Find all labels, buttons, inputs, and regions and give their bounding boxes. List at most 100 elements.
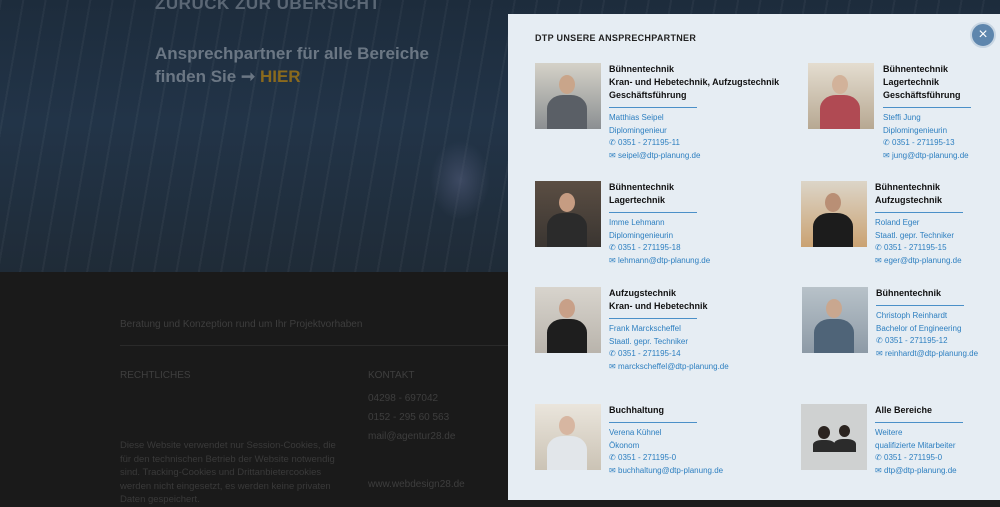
contact-card: Bühnentechnik Christoph Reinhardt Bachelor… <box>876 287 978 360</box>
contact-name: Weitere <box>875 428 903 437</box>
contact-card: Aufzugstechnik Kran- und Hebetechnik Frank… <box>609 287 729 373</box>
phone-icon: ✆ <box>609 138 616 147</box>
contact-divider <box>883 107 971 108</box>
footer-tagline: Beratung und Konzeption rund um Ihr Proj… <box>120 319 363 330</box>
mail-icon: ✉ <box>875 255 882 265</box>
phone-icon: ✆ <box>875 453 882 462</box>
contact-card: Alle Bereiche Weitere qualifizierte Mitarb… <box>875 404 963 477</box>
contact-phone-link[interactable]: ✆ 0351 - 271195-13 <box>883 137 971 150</box>
contact-divider <box>609 422 697 423</box>
contact-role: Alle Bereiche <box>875 405 933 415</box>
phone-icon: ✆ <box>876 336 883 345</box>
contact-name: Christoph Reinhardt <box>876 311 948 320</box>
mail-icon: ✉ <box>609 361 616 371</box>
panel-title: DTP UNSERE ANSPRECHPARTNER <box>535 33 697 43</box>
close-icon: × <box>978 26 988 43</box>
footer-contact-heading: KONTAKT <box>368 370 415 381</box>
mail-icon: ✉ <box>876 348 883 358</box>
footer-cookie-text: Diese Website verwendet nur Session-Cook… <box>120 440 336 505</box>
contact-title: Diplomingenieur <box>609 125 667 135</box>
hier-link[interactable]: HIER <box>260 67 301 86</box>
contact-role: Lagertechnik <box>883 77 940 87</box>
contact-title: Diplomingenieurin <box>883 125 948 135</box>
contact-divider <box>609 318 697 319</box>
contact-title: Ökonom <box>609 440 640 450</box>
contact-role: Kran- und Hebetechnik, Aufzugstechnik <box>609 77 780 87</box>
close-button[interactable]: × <box>970 22 996 48</box>
contact-role: Bühnentechnik <box>609 64 675 74</box>
contact-card: Bühnentechnik Lagertechnik Geschäftsführun… <box>883 63 971 162</box>
contact-phone-link[interactable]: ✆ 0351 - 271195-15 <box>875 242 963 255</box>
footer-phone1: 04298 - 697042 <box>368 393 439 404</box>
hero-photo-figures <box>430 140 490 220</box>
contact-name: Frank Marckscheffel <box>609 324 681 333</box>
contact-role: Geschäftsführung <box>609 90 687 100</box>
contact-photo <box>535 63 601 129</box>
mail-icon: ✉ <box>875 465 882 475</box>
contact-phone-link[interactable]: ✆ 0351 - 271195-14 <box>609 348 729 361</box>
phone-icon: ✆ <box>609 453 616 462</box>
phone-icon: ✆ <box>883 138 890 147</box>
footer-email[interactable]: mail@agentur28.de <box>368 431 455 442</box>
contact-email-link[interactable]: ✉ seipel@dtp-planung.de <box>609 150 779 163</box>
contact-email-link[interactable]: ✉ jung@dtp-planung.de <box>883 150 971 163</box>
contact-phone-link[interactable]: ✆ 0351 - 271195-12 <box>876 335 978 348</box>
contact-divider <box>875 212 963 213</box>
contact-card: Bühnentechnik Kran- und Hebetechnik, Aufz… <box>609 63 779 162</box>
footer-website[interactable]: www.webdesign28.de <box>368 479 465 490</box>
contact-role: Kran- und Hebetechnik <box>609 301 708 311</box>
contact-name: Steffi Jung <box>883 113 921 122</box>
contact-photo <box>801 181 867 247</box>
contact-role: Bühnentechnik <box>609 182 675 192</box>
contact-card: Buchhaltung Verena Kühnel Ökonom ✆ 0351 - 27… <box>609 404 723 477</box>
contact-phone-link[interactable]: ✆ 0351 - 271195-0 <box>875 452 963 465</box>
footer-legal-heading: RECHTLICHES <box>120 370 191 381</box>
contact-photo <box>535 181 601 247</box>
mail-icon: ✉ <box>609 255 616 265</box>
contact-name: Matthias Seipel <box>609 113 664 122</box>
contact-email-link[interactable]: ✉ marckscheffel@dtp-planung.de <box>609 361 729 374</box>
contact-divider <box>876 305 964 306</box>
contact-card: Bühnentechnik Lagertechnik Imme Lehmann Dip… <box>609 181 710 267</box>
contact-email-link[interactable]: ✉ dtp@dtp-planung.de <box>875 465 963 478</box>
mail-icon: ✉ <box>883 150 890 160</box>
contact-divider <box>609 107 697 108</box>
contact-role: Aufzugstechnik <box>875 195 943 205</box>
contact-email-link[interactable]: ✉ buchhaltung@dtp-planung.de <box>609 465 723 478</box>
contact-card: Bühnentechnik Aufzugstechnik Roland Eger St… <box>875 181 963 267</box>
contact-title: Staatl. gepr. Techniker <box>609 336 689 346</box>
contact-role: Bühnentechnik <box>876 288 942 298</box>
contact-title: Staatl. gepr. Techniker <box>875 230 955 240</box>
phone-icon: ✆ <box>609 243 616 252</box>
contact-phone-link[interactable]: ✆ 0351 - 271195-11 <box>609 137 779 150</box>
team-avatar-placeholder <box>801 404 867 470</box>
back-to-overview-link[interactable]: ZURÜCK ZUR ÜBERSICHT <box>155 0 380 14</box>
contact-phone-link[interactable]: ✆ 0351 - 271195-0 <box>609 452 723 465</box>
contact-role: Lagertechnik <box>609 195 666 205</box>
contact-divider <box>609 212 697 213</box>
contact-photo <box>535 404 601 470</box>
contact-role: Geschäftsführung <box>883 90 961 100</box>
contact-name: Roland Eger <box>875 218 920 227</box>
contact-divider <box>875 422 963 423</box>
contact-title: qualifizierte Mitarbeiter <box>875 440 956 450</box>
mail-icon: ✉ <box>609 150 616 160</box>
contact-name: Imme Lehmann <box>609 218 665 227</box>
contact-role: Bühnentechnik <box>883 64 949 74</box>
contact-role: Aufzugstechnik <box>609 288 677 298</box>
contact-email-link[interactable]: ✉ reinhardt@dtp-planung.de <box>876 348 978 361</box>
phone-icon: ✆ <box>609 349 616 358</box>
contact-role: Buchhaltung <box>609 405 664 415</box>
contact-email-link[interactable]: ✉ eger@dtp-planung.de <box>875 255 963 268</box>
contact-email-link[interactable]: ✉ lehmann@dtp-planung.de <box>609 255 710 268</box>
hero-headline: Ansprechpartner für alle Bereiche finden… <box>155 44 429 86</box>
contact-photo <box>535 287 601 353</box>
contact-title: Bachelor of Engineering <box>876 323 962 333</box>
contact-title: Diplomingenieurin <box>609 230 674 240</box>
contact-name: Verena Kühnel <box>609 428 662 437</box>
contact-role: Bühnentechnik <box>875 182 941 192</box>
contact-photo <box>802 287 868 353</box>
mail-icon: ✉ <box>609 465 616 475</box>
contact-phone-link[interactable]: ✆ 0351 - 271195-18 <box>609 242 710 255</box>
footer-phone2: 0152 - 295 60 563 <box>368 412 450 423</box>
